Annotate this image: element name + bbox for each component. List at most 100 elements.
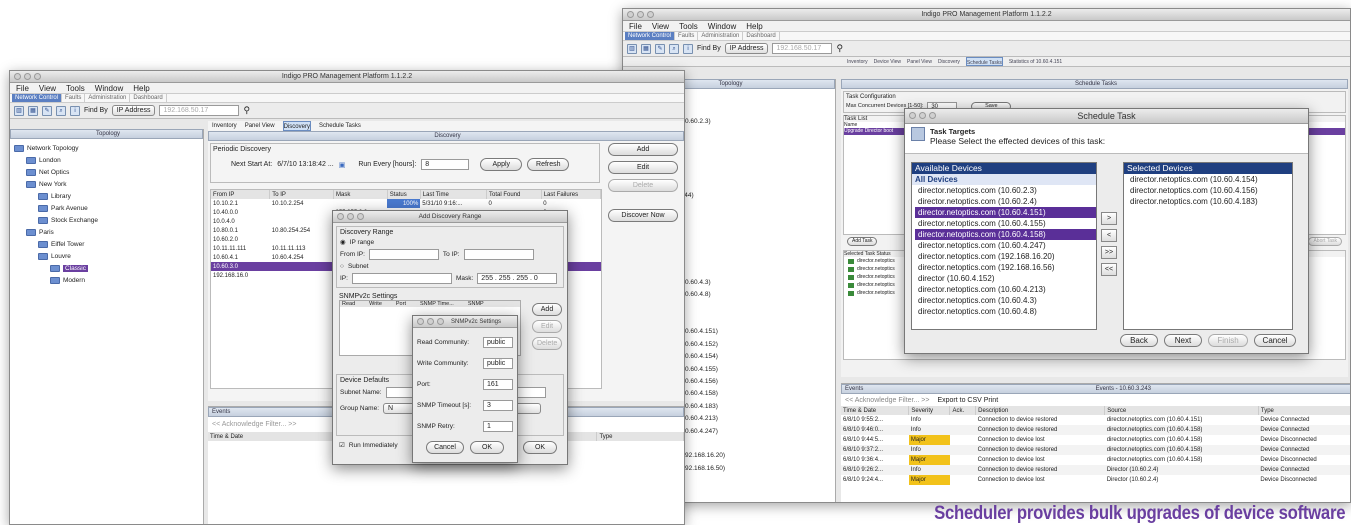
tab-discovery[interactable]: Discovery [938, 57, 960, 66]
cancel-button[interactable]: Cancel [1254, 334, 1296, 347]
tree-item[interactable]: Park Avenue [10, 202, 203, 214]
menu-tools[interactable]: Tools [66, 83, 85, 93]
finish-button[interactable]: Finish [1208, 334, 1248, 347]
delete-range-button[interactable]: Delete [608, 179, 678, 192]
column-header[interactable]: Source [1104, 406, 1259, 415]
tab-faults[interactable]: Faults [62, 94, 86, 102]
wrench-icon[interactable]: ✎ [42, 105, 52, 116]
window-controls[interactable] [627, 11, 654, 18]
column-header[interactable]: Write [369, 301, 382, 307]
subnet-radio[interactable]: ○ [340, 263, 344, 270]
grid-icon[interactable]: ▦ [28, 105, 38, 116]
snmp-add-button[interactable]: Add [532, 303, 562, 316]
available-device-item[interactable]: director.netoptics.com (10.60.4.155) [915, 218, 1096, 229]
tab-device-view[interactable]: Device View [874, 57, 901, 66]
wrench-icon[interactable]: ✎ [655, 43, 665, 54]
available-device-item[interactable]: director.netoptics.com (10.60.2.3) [915, 185, 1096, 196]
table-row[interactable]: 6/8/10 9:55:2... Info Connection to device… [841, 415, 1350, 425]
available-device-item[interactable]: director.netoptics.com (10.60.4.247) [915, 240, 1096, 251]
menu-help[interactable]: Help [133, 83, 149, 93]
column-header[interactable]: To IP [269, 190, 334, 199]
magnifier-icon[interactable]: ⚲ [243, 105, 250, 116]
move-all-left-button[interactable]: << [1101, 263, 1117, 276]
add-task-button[interactable]: Add Task [847, 237, 878, 246]
column-header[interactable]: Ack. [949, 406, 977, 415]
move-right-button[interactable]: > [1101, 212, 1117, 225]
tab-schedule-tasks[interactable]: Schedule Tasks [319, 121, 361, 131]
tab-discovery[interactable]: Discovery [282, 121, 311, 131]
tree-item[interactable]: Stock Exchange [10, 214, 203, 226]
column-header[interactable]: From IP [211, 190, 271, 199]
add-range-button[interactable]: Add [608, 143, 678, 156]
column-header[interactable]: Time & Date [841, 406, 910, 415]
snmp-ok-button[interactable]: OK [470, 441, 504, 454]
export-csv[interactable]: Export to CSV Print [937, 397, 998, 404]
add-range-ok-button[interactable]: OK [523, 441, 557, 454]
menu-window[interactable]: Window [708, 21, 736, 31]
tree-item[interactable]: Louvre [10, 250, 203, 262]
selected-device-item[interactable]: director.netoptics.com (10.60.4.183) [1127, 196, 1292, 207]
tree-item[interactable]: London [10, 154, 203, 166]
menu-window[interactable]: Window [95, 83, 123, 93]
column-header[interactable]: Last Failures [541, 190, 601, 199]
selected-device-item[interactable]: director.netoptics.com (10.60.4.156) [1127, 185, 1292, 196]
tab-inventory[interactable]: Inventory [212, 121, 237, 131]
snmp-edit-button[interactable]: Edit [532, 320, 562, 333]
move-all-right-button[interactable]: >> [1101, 246, 1117, 259]
tree-item[interactable]: Eiffel Tower [10, 238, 203, 250]
run-immediately-checkbox[interactable]: ☑ [339, 441, 345, 449]
write-community-input[interactable]: public [483, 358, 513, 369]
info-icon[interactable]: i [683, 43, 693, 54]
menu-file[interactable]: File [16, 83, 29, 93]
available-device-item[interactable]: director.netoptics.com (10.60.2.4) [915, 196, 1096, 207]
tab-schedule-tasks[interactable]: Schedule Tasks [965, 57, 1003, 66]
column-header[interactable]: Port [396, 301, 406, 307]
column-header[interactable]: Read [342, 301, 355, 307]
magnifier-icon[interactable]: ⚲ [836, 43, 843, 54]
grid-icon[interactable]: ▦ [641, 43, 651, 54]
column-header[interactable]: Mask [333, 190, 388, 199]
tab-network-control[interactable]: Network Control [625, 32, 676, 40]
available-devices-list[interactable]: Available Devices All Devices director.n… [911, 162, 1097, 330]
refresh-button[interactable]: Refresh [527, 158, 570, 171]
menu-view[interactable]: View [652, 21, 669, 31]
find-input[interactable]: 192.168.50.17 [772, 43, 833, 54]
tab-administration[interactable]: Administration [85, 94, 131, 102]
chart-icon[interactable]: ▥ [14, 105, 24, 116]
tab-faults[interactable]: Faults [675, 32, 699, 40]
snmp-retry-input[interactable]: 1 [483, 421, 513, 432]
table-row[interactable]: 6/8/10 9:37:2... Info Connection to device… [841, 445, 1350, 455]
find-by-select[interactable]: IP Address [724, 43, 769, 54]
mask-input[interactable]: 255 . 255 . 255 . 0 [477, 272, 558, 284]
selected-devices-list[interactable]: Selected Devices director.netoptics.com … [1123, 162, 1293, 330]
apply-button[interactable]: Apply [480, 158, 523, 171]
menu-tools[interactable]: Tools [679, 21, 698, 31]
move-left-button[interactable]: < [1101, 229, 1117, 242]
available-device-item[interactable]: director.netoptics.com (10.60.4.8) [915, 306, 1096, 317]
snmp-cancel-button[interactable]: Cancel [426, 441, 464, 454]
subnet-ip-input[interactable] [351, 272, 452, 284]
table-row[interactable]: 6/8/10 9:24:4... Major Connection to devic… [841, 475, 1350, 485]
tree-item[interactable]: Library [10, 190, 203, 202]
column-header[interactable]: SNMP Time... [420, 301, 454, 307]
available-device-item[interactable]: director.netoptics.com (10.60.4.3) [915, 295, 1096, 306]
tab-administration[interactable]: Administration [698, 32, 744, 40]
tab-statistics[interactable]: Statistics of 10.60.4.151 [1009, 57, 1062, 66]
tab-panel-view[interactable]: Panel View [245, 121, 275, 131]
tab-dashboard[interactable]: Dashboard [130, 94, 167, 102]
available-device-item[interactable]: director.netoptics.com (10.60.4.213) [915, 284, 1096, 295]
column-header[interactable]: SNMP [468, 301, 484, 307]
menu-view[interactable]: View [39, 83, 56, 93]
snmp-delete-button[interactable]: Delete [532, 337, 562, 350]
search-icon[interactable]: ⌕ [669, 43, 679, 54]
window-controls[interactable] [14, 73, 41, 80]
menu-file[interactable]: File [629, 21, 642, 31]
selected-device-item[interactable]: director.netoptics.com (10.60.4.154) [1127, 174, 1292, 185]
from-ip-input[interactable] [368, 248, 439, 260]
next-button[interactable]: Next [1164, 334, 1202, 347]
port-input[interactable]: 161 [483, 379, 513, 390]
available-device-item[interactable]: director.netoptics.com (192.168.16.56) [915, 262, 1096, 273]
tree-item[interactable]: Paris [10, 226, 203, 238]
table-row[interactable]: 6/8/10 9:26:2... Info Connection to device… [841, 465, 1350, 475]
table-row[interactable]: 6/8/10 9:46:0... Info Connection to device… [841, 425, 1350, 435]
